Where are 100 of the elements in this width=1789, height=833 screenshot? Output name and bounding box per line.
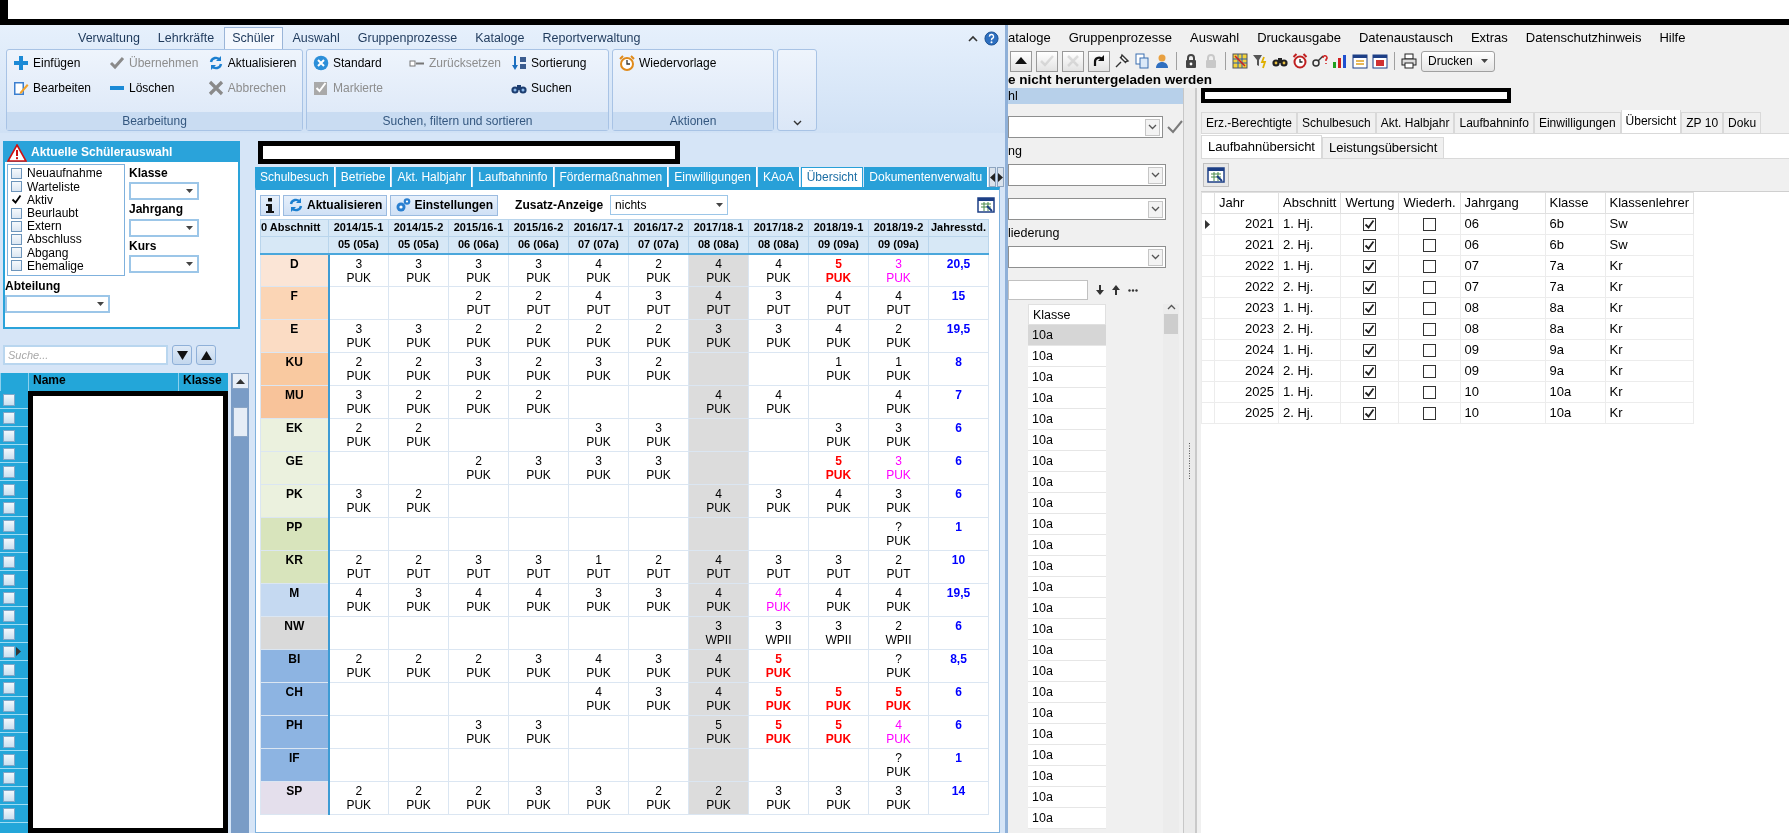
scrollbar[interactable] — [231, 373, 249, 833]
checkbox[interactable] — [1363, 218, 1377, 232]
ribbon-button[interactable]: Suchen — [509, 77, 600, 99]
checkbox[interactable] — [1363, 344, 1377, 358]
row-checkbox[interactable] — [3, 555, 15, 568]
ribbon-tab[interactable]: Verwaltung — [70, 27, 148, 49]
checkbox[interactable] — [11, 220, 22, 232]
ribbon-tab[interactable]: Auswahl — [284, 27, 348, 49]
checkbox[interactable] — [11, 234, 22, 246]
row-checkbox[interactable] — [3, 681, 15, 694]
printer-icon[interactable] — [1401, 53, 1417, 69]
checkbox[interactable] — [1423, 365, 1436, 379]
menu-item[interactable]: ataloge — [1008, 29, 1060, 46]
ribbon-button[interactable]: Standard — [311, 52, 401, 74]
help-icon[interactable] — [984, 31, 999, 46]
toolbar-button[interactable] — [1088, 50, 1110, 72]
up-arrow-icon[interactable] — [235, 378, 245, 384]
key-icon[interactable] — [1312, 53, 1328, 69]
row-checkbox[interactable] — [3, 807, 15, 820]
checkmark-icon[interactable] — [1167, 120, 1183, 134]
ribbon-button[interactable]: Löschen — [107, 77, 200, 99]
row-checkbox[interactable] — [3, 483, 15, 496]
dropdown[interactable] — [1008, 198, 1166, 220]
ribbon-button[interactable]: Sortierung — [509, 52, 600, 74]
row-checkbox[interactable] — [3, 411, 15, 424]
tab[interactable]: Doku — [1723, 111, 1762, 133]
sort-up-button[interactable] — [196, 345, 216, 365]
checkbox[interactable] — [11, 181, 22, 193]
tab[interactable]: Laufbahninfo — [1454, 111, 1534, 133]
checkbox[interactable] — [1423, 239, 1436, 253]
tab[interactable]: Übersicht — [800, 167, 864, 187]
ribbon-button[interactable]: Aktualisieren — [205, 52, 298, 74]
row-checkbox[interactable] — [3, 573, 15, 586]
grid-icon[interactable] — [1232, 53, 1248, 69]
ribbon-tab[interactable]: Schüler — [224, 27, 283, 49]
toolbar-button[interactable] — [1010, 50, 1032, 72]
tab[interactable]: Akt. Halbjahr — [1375, 111, 1455, 133]
menu-item[interactable]: Auswahl — [1181, 29, 1249, 46]
search-field[interactable] — [1008, 280, 1088, 300]
checkbox[interactable] — [11, 194, 22, 206]
tab[interactable]: Erz.-Berechtigte — [1201, 111, 1298, 133]
row-checkbox[interactable] — [3, 627, 15, 640]
checkbox[interactable] — [1363, 407, 1377, 421]
info-button[interactable] — [260, 194, 280, 216]
checkbox[interactable] — [1363, 260, 1377, 274]
menu-item[interactable]: Druckausgabe — [1248, 29, 1350, 46]
row-checkbox[interactable] — [3, 789, 15, 802]
filter-icon[interactable] — [1252, 53, 1268, 69]
tab[interactable]: ZP 10 — [1681, 111, 1724, 133]
checkbox[interactable] — [1423, 260, 1436, 274]
row-checkbox[interactable] — [3, 771, 15, 784]
checkbox[interactable] — [1363, 302, 1377, 316]
ribbon-button[interactable]: Wiedervorlage — [617, 52, 719, 74]
row-checkbox[interactable] — [3, 609, 15, 622]
row-checkbox[interactable] — [3, 717, 15, 730]
checkbox[interactable] — [11, 247, 22, 259]
checkbox[interactable] — [1363, 386, 1377, 400]
dropdown[interactable]: nichts — [610, 195, 729, 215]
checkbox[interactable] — [1423, 386, 1436, 400]
row-checkbox[interactable] — [3, 465, 15, 478]
down-arrow-icon[interactable] — [1096, 285, 1104, 295]
search-field[interactable]: Suche... — [3, 345, 168, 365]
more-icon[interactable] — [1128, 288, 1138, 292]
row-checkbox[interactable] — [3, 393, 15, 406]
checkbox[interactable] — [1363, 365, 1377, 379]
tab[interactable]: Laufbahnübersicht — [1201, 135, 1322, 158]
ribbon-tab[interactable]: Kataloge — [467, 27, 533, 49]
checkbox[interactable] — [1423, 407, 1436, 421]
tab[interactable]: Schulbesuch — [1297, 111, 1376, 133]
export-button[interactable] — [1203, 163, 1229, 187]
calendar-icon[interactable] — [1352, 53, 1368, 69]
checkbox[interactable] — [1423, 281, 1436, 295]
checkbox[interactable] — [1423, 302, 1436, 316]
checkbox[interactable] — [11, 207, 22, 219]
checkbox[interactable] — [1363, 281, 1377, 295]
scroll-thumb[interactable] — [1164, 314, 1178, 334]
checkbox[interactable] — [11, 168, 22, 180]
person-icon[interactable] — [1154, 53, 1170, 69]
chevron-down-icon[interactable] — [792, 120, 802, 126]
lock-icon[interactable] — [1183, 53, 1199, 69]
row-checkbox[interactable] — [3, 447, 15, 460]
scroll-left-button[interactable] — [989, 167, 997, 187]
menu-item[interactable]: Datenaustausch — [1349, 29, 1462, 46]
calendar-icon[interactable] — [1372, 53, 1388, 69]
checkbox[interactable] — [1423, 218, 1436, 232]
collapse-icon[interactable] — [968, 35, 978, 42]
scroll-right-button[interactable] — [997, 167, 1005, 187]
row-checkbox[interactable] — [3, 699, 15, 712]
spreadsheet-export-icon[interactable] — [977, 197, 995, 213]
sort-down-button[interactable] — [172, 345, 192, 365]
up-arrow-icon[interactable] — [1112, 285, 1120, 295]
dropdown[interactable] — [1008, 116, 1163, 138]
ribbon-tab[interactable]: Gruppenprozesse — [349, 27, 466, 49]
row-checkbox[interactable] — [3, 591, 15, 604]
menu-item[interactable]: Hilfe — [1650, 29, 1695, 46]
tab[interactable]: Übersicht — [1620, 110, 1682, 133]
toolbar-button[interactable]: Aktualisieren — [283, 194, 388, 216]
ribbon-button[interactable]: Einfügen — [11, 52, 101, 74]
scrollbar[interactable] — [1163, 304, 1179, 833]
splitter-handle[interactable] — [1184, 88, 1196, 833]
